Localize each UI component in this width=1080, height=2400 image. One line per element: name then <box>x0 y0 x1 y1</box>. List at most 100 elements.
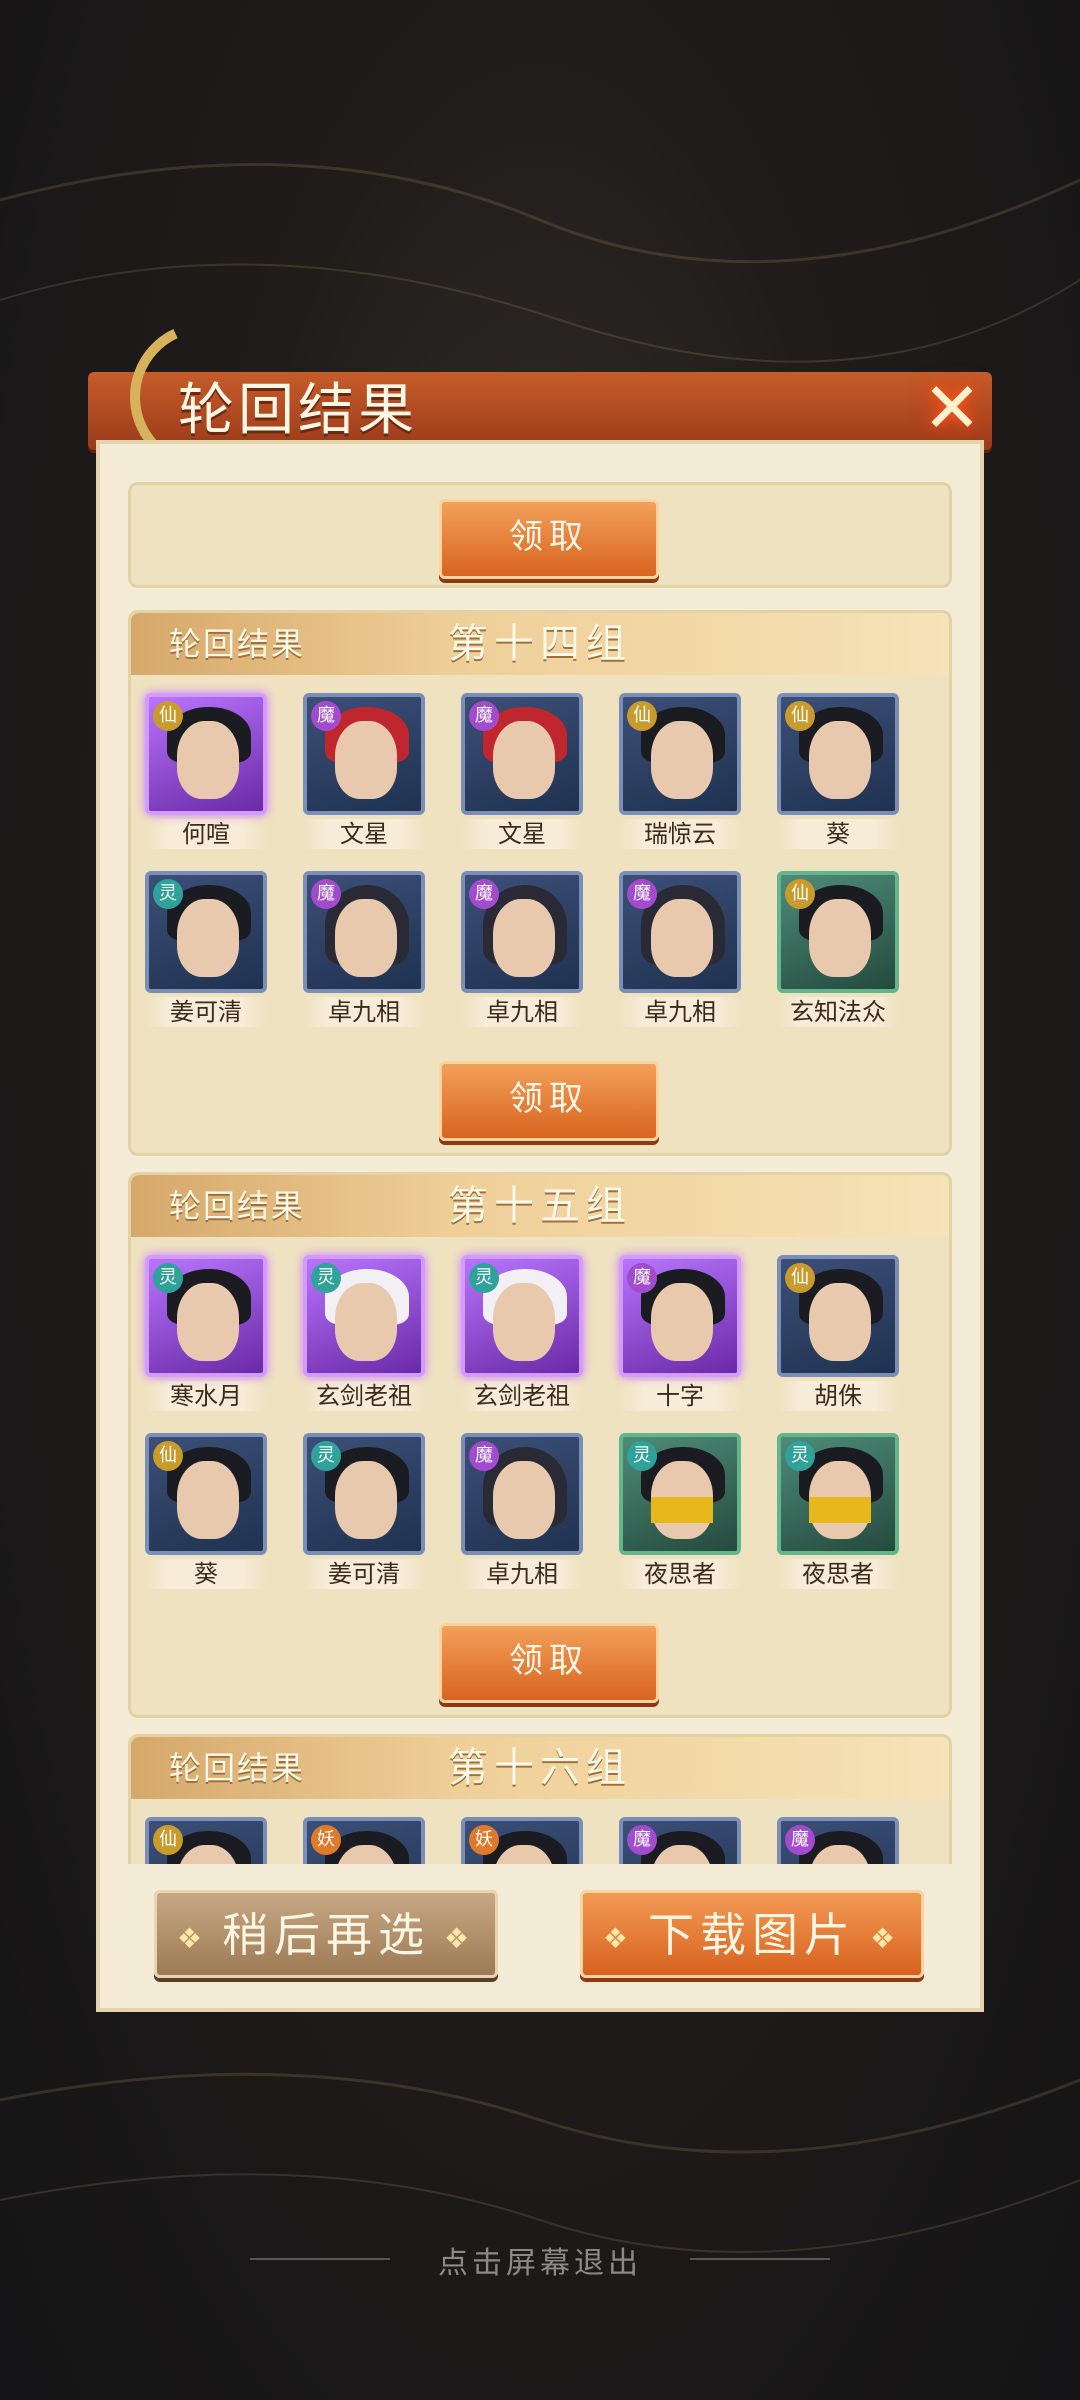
faction-badge-icon: 灵 <box>469 1263 499 1293</box>
hero-face <box>493 899 555 977</box>
faction-badge-icon: 魔 <box>627 1263 657 1293</box>
choose-later-label: 稍后再选 <box>222 1908 430 1962</box>
close-icon: ✕ <box>922 367 982 449</box>
hero-portrait: 仙 <box>145 693 267 815</box>
group-title: 第十四组 <box>448 621 632 667</box>
hero-card[interactable]: 仙葵 <box>145 1433 275 1589</box>
faction-badge-icon: 仙 <box>153 701 183 731</box>
hero-name: 卓九相 <box>461 997 583 1027</box>
hero-face <box>335 721 397 799</box>
faction-badge-icon: 灵 <box>311 1263 341 1293</box>
faction-badge-icon: 魔 <box>469 1441 499 1471</box>
hero-portrait: 魔 <box>461 693 583 815</box>
hero-card[interactable]: 灵玄剑老祖 <box>461 1255 591 1411</box>
hero-card[interactable]: 灵寒水月 <box>145 1255 275 1411</box>
group-title: 第十六组 <box>448 1745 632 1791</box>
hero-card[interactable]: 魔 <box>777 1817 907 1864</box>
hero-portrait: 魔 <box>461 1433 583 1555</box>
hero-name: 葵 <box>145 1559 267 1589</box>
hero-portrait: 魔 <box>619 1817 741 1864</box>
faction-badge-icon: 魔 <box>469 701 499 731</box>
hero-portrait: 仙 <box>777 693 899 815</box>
download-image-button[interactable]: ❖ 下载图片 ❖ <box>580 1890 924 1978</box>
hero-card[interactable]: 灵姜可清 <box>303 1433 433 1589</box>
faction-badge-icon: 魔 <box>785 1825 815 1855</box>
hero-portrait: 灵 <box>461 1255 583 1377</box>
claim-button[interactable]: 领取 <box>439 1623 659 1703</box>
hero-name: 瑞惊云 <box>619 819 741 849</box>
hero-portrait: 灵 <box>303 1255 425 1377</box>
hero-face <box>335 1283 397 1361</box>
results-scroll-area[interactable]: 领取 轮回结果 第十四组 仙何喧魔文星魔文星仙瑞惊云仙葵灵姜可清魔卓九相魔卓九相… <box>120 460 960 1864</box>
claim-button[interactable]: 领取 <box>439 1061 659 1141</box>
hero-card[interactable]: 灵夜思者 <box>619 1433 749 1589</box>
faction-badge-icon: 仙 <box>627 701 657 731</box>
hero-card[interactable]: 仙瑞惊云 <box>619 693 749 849</box>
page-title: 轮回结果 <box>178 378 418 443</box>
hero-card[interactable]: 仙胡侏 <box>777 1255 907 1411</box>
hero-name: 卓九相 <box>303 997 425 1027</box>
group-card-14: 轮回结果 第十四组 仙何喧魔文星魔文星仙瑞惊云仙葵灵姜可清魔卓九相魔卓九相魔卓九… <box>128 610 952 1156</box>
claim-button[interactable]: 领取 <box>439 499 659 579</box>
hero-card[interactable]: 仙何喧 <box>145 693 275 849</box>
hero-card[interactable]: 妖 <box>461 1817 591 1864</box>
group-card-16: 轮回结果 第十六组 仙妖妖魔魔 <box>128 1734 952 1864</box>
diamond-ornament-icon: ❖ <box>176 1922 208 1955</box>
hero-face <box>809 1283 871 1361</box>
hero-name: 玄剑老祖 <box>303 1381 425 1411</box>
hero-card[interactable]: 魔 <box>619 1817 749 1864</box>
choose-later-button[interactable]: ❖ 稍后再选 ❖ <box>154 1890 498 1978</box>
faction-badge-icon: 妖 <box>311 1825 341 1855</box>
hero-portrait: 魔 <box>777 1817 899 1864</box>
hero-mask <box>809 1497 871 1523</box>
hero-name: 卓九相 <box>461 1559 583 1589</box>
hero-face <box>177 1461 239 1539</box>
hero-portrait: 仙 <box>619 693 741 815</box>
hero-card[interactable]: 仙 <box>145 1817 275 1864</box>
faction-badge-icon: 灵 <box>153 1263 183 1293</box>
hero-face <box>809 721 871 799</box>
hero-name: 寒水月 <box>145 1381 267 1411</box>
hero-face <box>493 1283 555 1361</box>
faction-badge-icon: 仙 <box>785 1263 815 1293</box>
exit-hint[interactable]: 点击屏幕退出 <box>0 2238 1080 2282</box>
faction-badge-icon: 魔 <box>627 1825 657 1855</box>
diamond-ornament-icon: ❖ <box>870 1922 902 1955</box>
hero-name: 卓九相 <box>619 997 741 1027</box>
hero-card[interactable]: 魔十字 <box>619 1255 749 1411</box>
hero-portrait: 仙 <box>777 871 899 993</box>
faction-badge-icon: 魔 <box>627 879 657 909</box>
hero-card[interactable]: 魔卓九相 <box>461 871 591 1027</box>
hero-portrait: 魔 <box>619 1255 741 1377</box>
hero-portrait: 妖 <box>303 1817 425 1864</box>
hero-face <box>335 1461 397 1539</box>
hero-mask <box>651 1497 713 1523</box>
faction-badge-icon: 魔 <box>469 879 499 909</box>
hero-card[interactable]: 仙葵 <box>777 693 907 849</box>
hero-portrait: 灵 <box>145 871 267 993</box>
hero-portrait: 魔 <box>619 871 741 993</box>
faction-badge-icon: 魔 <box>311 879 341 909</box>
hero-card[interactable]: 仙玄知法众 <box>777 871 907 1027</box>
hero-portrait: 灵 <box>619 1433 741 1555</box>
hero-face <box>177 899 239 977</box>
hero-card[interactable]: 魔卓九相 <box>303 871 433 1027</box>
group-card-15: 轮回结果 第十五组 灵寒水月灵玄剑老祖灵玄剑老祖魔十字仙胡侏仙葵灵姜可清魔卓九相… <box>128 1172 952 1718</box>
hero-card[interactable]: 魔卓九相 <box>619 871 749 1027</box>
hero-card[interactable]: 魔卓九相 <box>461 1433 591 1589</box>
hero-name: 姜可清 <box>303 1559 425 1589</box>
diamond-ornament-icon: ❖ <box>444 1922 476 1955</box>
hero-card[interactable]: 妖 <box>303 1817 433 1864</box>
hero-card[interactable]: 魔文星 <box>461 693 591 849</box>
hero-name: 夜思者 <box>777 1559 899 1589</box>
hero-card[interactable]: 灵夜思者 <box>777 1433 907 1589</box>
hero-card[interactable]: 魔文星 <box>303 693 433 849</box>
hero-face <box>335 899 397 977</box>
hero-name: 玄剑老祖 <box>461 1381 583 1411</box>
hero-card[interactable]: 灵姜可清 <box>145 871 275 1027</box>
claim-card-top: 领取 <box>128 482 952 588</box>
hero-portrait: 仙 <box>777 1255 899 1377</box>
faction-badge-icon: 灵 <box>311 1441 341 1471</box>
hero-portrait: 灵 <box>303 1433 425 1555</box>
hero-card[interactable]: 灵玄剑老祖 <box>303 1255 433 1411</box>
